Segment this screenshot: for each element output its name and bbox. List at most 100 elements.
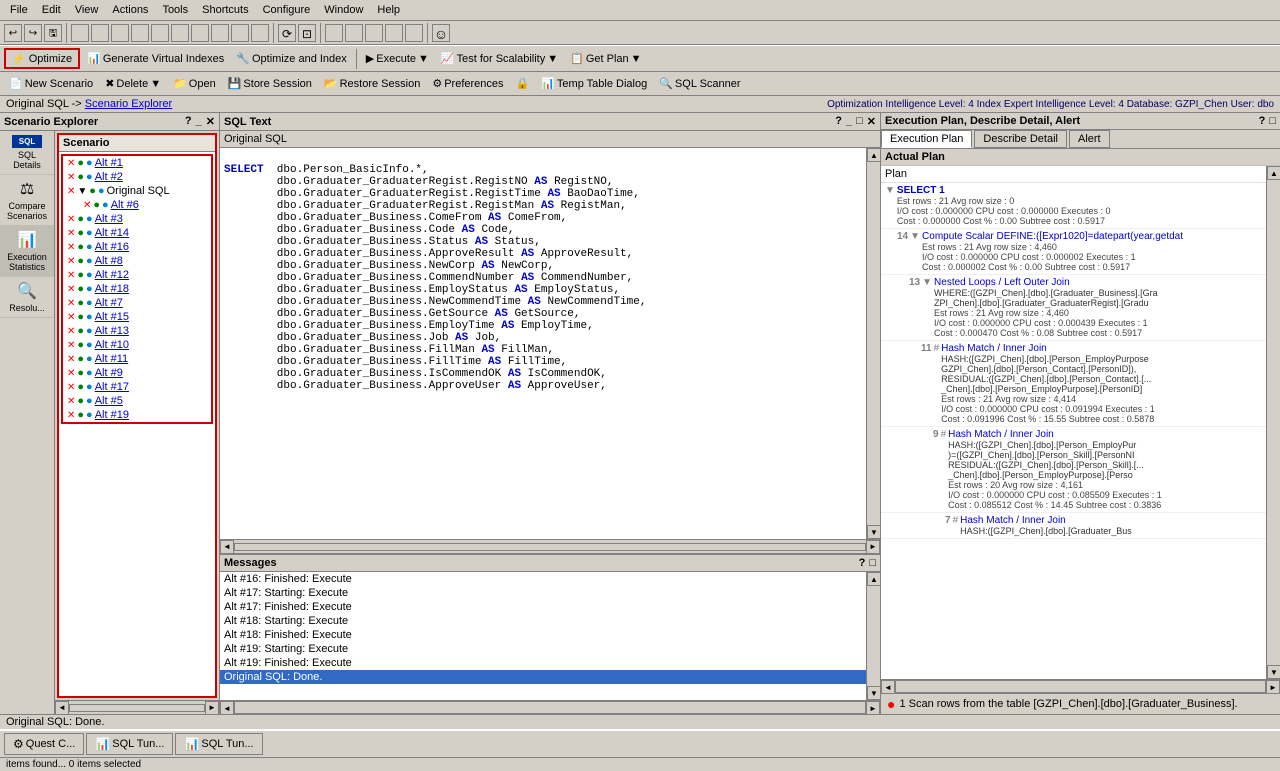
icon-btn-12[interactable] [231, 24, 249, 42]
tree-item-original[interactable]: ✕ ▼ ● ● Original SQL [63, 184, 211, 198]
tab-execution-plan[interactable]: Execution Plan [881, 130, 972, 148]
tree-item-alt8[interactable]: ✕ ● ● Alt #8 [63, 254, 211, 268]
scroll-track[interactable] [69, 704, 205, 712]
alt13-link[interactable]: Alt #13 [95, 325, 129, 337]
exec-h-left[interactable]: ◄ [881, 680, 895, 694]
help-icon[interactable]: ? [185, 115, 192, 128]
alt14-link[interactable]: Alt #14 [95, 227, 129, 239]
tree-item-alt6[interactable]: ✕ ● ● Alt #6 [63, 198, 211, 212]
expand-icon-14[interactable]: ▼ [910, 231, 920, 242]
icon-btn-14[interactable]: ⟳ [278, 24, 296, 42]
alt1-link[interactable]: Alt #1 [95, 157, 123, 169]
get-plan-dropdown-icon[interactable]: ▼ [631, 53, 642, 65]
messages-content[interactable]: Alt #16: Finished: Execute Alt #17: Star… [220, 572, 866, 700]
sql-help-icon[interactable]: ? [835, 115, 842, 128]
taskbar-item-sql1[interactable]: 📊 SQL Tun... [86, 733, 173, 755]
test-scalability-button[interactable]: 📈 Test for Scalability ▼ [436, 49, 563, 68]
test-dropdown-icon[interactable]: ▼ [547, 53, 558, 65]
icon-btn-11[interactable] [211, 24, 229, 42]
icon-btn-15[interactable]: ⊡ [298, 24, 316, 42]
exec-help-icon[interactable]: ? [1259, 115, 1266, 127]
taskbar-item-sql2[interactable]: 📊 SQL Tun... [175, 733, 262, 755]
icon-btn-8[interactable] [151, 24, 169, 42]
delete-dropdown-icon[interactable]: ▼ [150, 78, 161, 90]
tree-item-alt11[interactable]: ✕ ● ● Alt #11 [63, 352, 211, 366]
icon-btn-3[interactable]: 🖫 [44, 24, 62, 42]
sql-scrollbar-h[interactable]: ◄ ► [220, 539, 880, 553]
alt9-link[interactable]: Alt #9 [95, 367, 123, 379]
sql-close-icon[interactable]: ✕ [867, 115, 876, 128]
alt5-link[interactable]: Alt #5 [95, 395, 123, 407]
icon-btn-20[interactable] [405, 24, 423, 42]
sql-scroll-right[interactable]: ► [866, 540, 880, 554]
sql-maximize-icon[interactable]: □ [856, 115, 863, 128]
icon-btn-2[interactable]: ↪ [24, 24, 42, 42]
sql-minimize-icon[interactable]: _ [846, 115, 852, 128]
menu-actions[interactable]: Actions [106, 2, 154, 18]
tree-item-alt3[interactable]: ✕ ● ● Alt #3 [63, 212, 211, 226]
icon-btn-21[interactable]: ☺ [432, 24, 450, 42]
taskbar-item-quest[interactable]: ⚙ Quest C... [4, 733, 84, 755]
exec-h-right[interactable]: ► [1266, 680, 1280, 694]
tree-item-alt13[interactable]: ✕ ● ● Alt #13 [63, 324, 211, 338]
tree-item-alt16[interactable]: ✕ ● ● Alt #16 [63, 240, 211, 254]
icon-btn-7[interactable] [131, 24, 149, 42]
tree-item-alt12[interactable]: ✕ ● ● Alt #12 [63, 268, 211, 282]
generate-virtual-indexes-button[interactable]: 📊 Generate Virtual Indexes [82, 49, 229, 68]
close-panel-icon[interactable]: ✕ [206, 115, 215, 128]
preferences-button[interactable]: ⚙ Preferences [427, 74, 508, 93]
menu-view[interactable]: View [69, 2, 105, 18]
delete-button[interactable]: ✖ Delete ▼ [100, 74, 166, 93]
icon-btn-10[interactable] [191, 24, 209, 42]
msg-h-track[interactable] [234, 701, 866, 714]
msg-h-right[interactable]: ► [866, 701, 880, 715]
breadcrumb-link[interactable]: Scenario Explorer [85, 98, 172, 110]
tree-item-alt15[interactable]: ✕ ● ● Alt #15 [63, 310, 211, 324]
tree-item-alt9[interactable]: ✕ ● ● Alt #9 [63, 366, 211, 380]
icon-btn-17[interactable] [345, 24, 363, 42]
exec-scrollbar-h[interactable]: ◄ ► [881, 679, 1280, 693]
scroll-up-btn[interactable]: ▲ [867, 148, 880, 162]
tree-item-alt17[interactable]: ✕ ● ● Alt #17 [63, 380, 211, 394]
alt19-link[interactable]: Alt #19 [95, 409, 129, 421]
alt8-link[interactable]: Alt #8 [95, 255, 123, 267]
menu-shortcuts[interactable]: Shortcuts [196, 2, 254, 18]
tree-item-alt5[interactable]: ✕ ● ● Alt #5 [63, 394, 211, 408]
msg-scrollbar-h[interactable]: ◄ ► [220, 700, 880, 714]
tree-item-alt1[interactable]: ✕ ● ● Alt #1 [63, 156, 211, 170]
tab-alert[interactable]: Alert [1069, 130, 1110, 148]
icon-btn-5[interactable] [91, 24, 109, 42]
icon-btn-19[interactable] [385, 24, 403, 42]
sql-h-track[interactable] [234, 543, 866, 551]
msg-close-icon[interactable]: □ [869, 557, 876, 569]
tab-describe-detail[interactable]: Describe Detail [974, 130, 1067, 148]
sql-scrollbar-v[interactable]: ▲ ▼ [866, 148, 880, 539]
temp-table-dialog-button[interactable]: 📊 Temp Table Dialog [536, 74, 652, 93]
icon-btn-1[interactable]: ↩ [4, 24, 22, 42]
alt2-link[interactable]: Alt #2 [95, 171, 123, 183]
tree-item-alt18[interactable]: ✕ ● ● Alt #18 [63, 282, 211, 296]
menu-tools[interactable]: Tools [156, 2, 194, 18]
expand-icon-13[interactable]: ▼ [922, 277, 932, 288]
msg-help-icon[interactable]: ? [859, 557, 866, 569]
expand-icon-1[interactable]: ▼ [885, 185, 895, 196]
lock-button[interactable]: 🔒 [511, 74, 535, 93]
alt16-link[interactable]: Alt #16 [95, 241, 129, 253]
exec-scroll-down[interactable]: ▼ [1267, 665, 1280, 679]
icon-btn-18[interactable] [365, 24, 383, 42]
alt15-link[interactable]: Alt #15 [95, 311, 129, 323]
alt11-link[interactable]: Alt #11 [95, 353, 128, 365]
sql-scroll-left[interactable]: ◄ [220, 540, 234, 554]
optimize-button[interactable]: ⚡ Optimize [4, 48, 80, 69]
scenario-tree[interactable]: Scenario ✕ ● ● Alt #1 ✕ ● ● Alt #2 [57, 133, 217, 698]
menu-edit[interactable]: Edit [36, 2, 67, 18]
msg-scroll-down[interactable]: ▼ [867, 686, 880, 700]
icon-btn-6[interactable] [111, 24, 129, 42]
execute-dropdown-icon[interactable]: ▼ [418, 53, 429, 65]
tree-item-alt2[interactable]: ✕ ● ● Alt #2 [63, 170, 211, 184]
optimize-and-index-button[interactable]: 🔧 Optimize and Index [231, 49, 351, 68]
menu-file[interactable]: File [4, 2, 34, 18]
left-scrollbar-h[interactable]: ◄ ► [55, 700, 219, 714]
sidebar-item-sql-details[interactable]: SQL SQLDetails [0, 131, 54, 175]
tree-item-alt10[interactable]: ✕ ● ● Alt #10 [63, 338, 211, 352]
